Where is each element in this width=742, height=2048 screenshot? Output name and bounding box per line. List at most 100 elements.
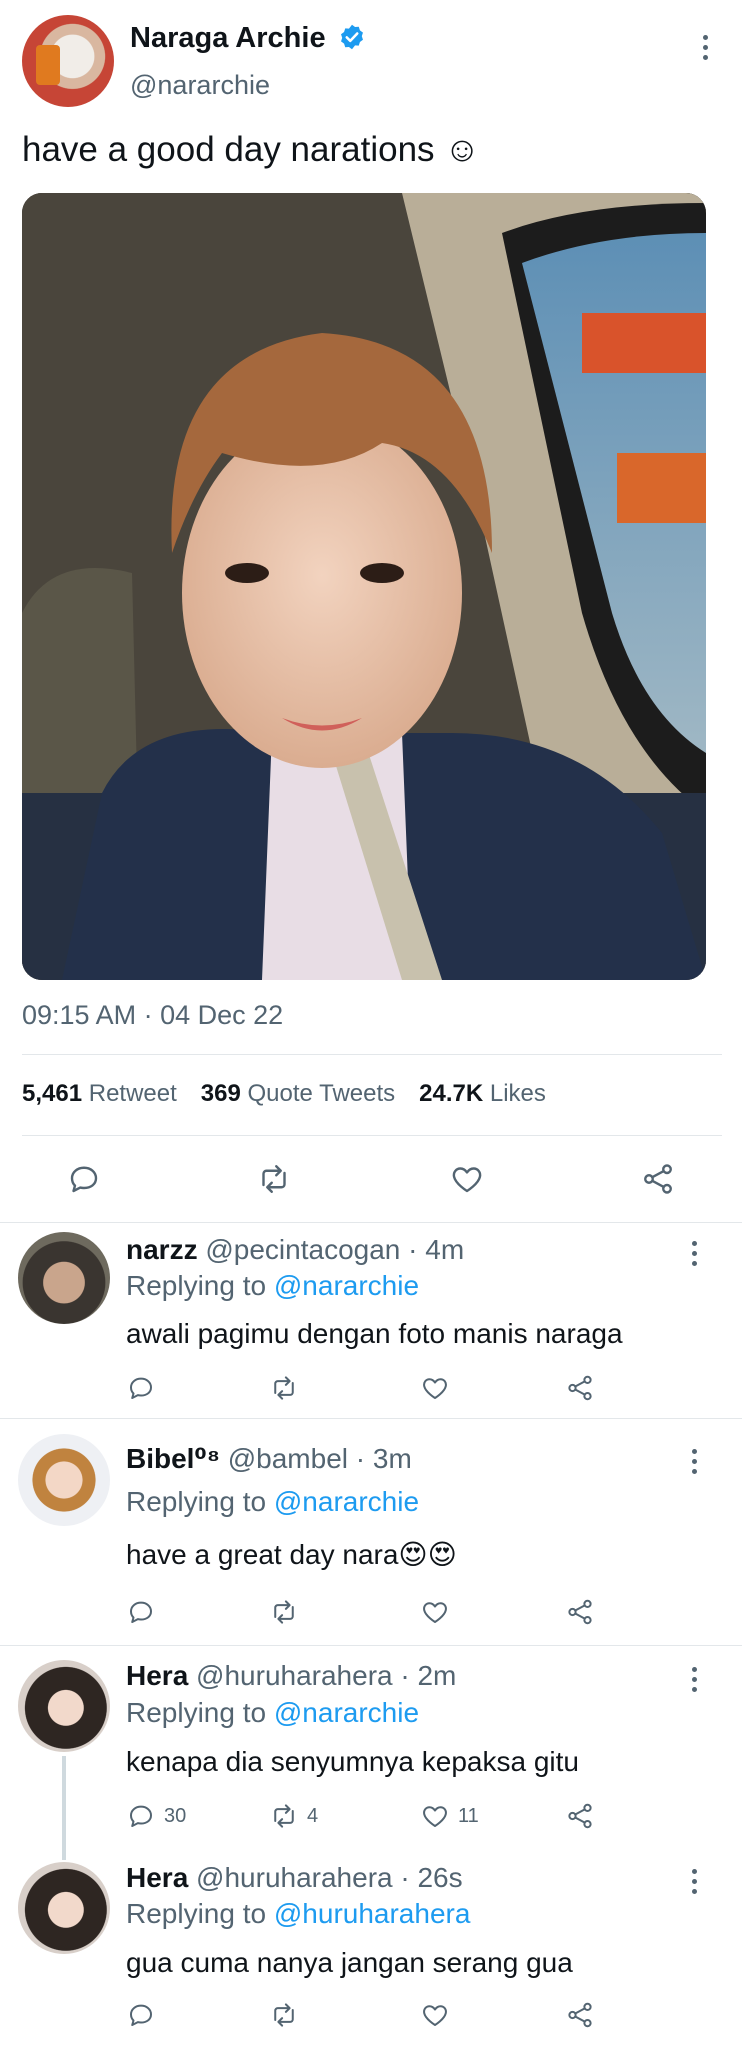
replying-to-label: Replying to bbox=[126, 1697, 267, 1728]
tweet-stats: 5,461 Retweet 369 Quote Tweets 24.7K Lik… bbox=[22, 1080, 546, 1108]
tweet-text: have a good day narations ☺ bbox=[22, 130, 480, 169]
reply-icon bbox=[130, 1601, 152, 1623]
retweet-icon bbox=[274, 1804, 294, 1828]
reply-avatar[interactable] bbox=[18, 1232, 110, 1324]
tweet-photo[interactable] bbox=[22, 193, 706, 980]
retweet-stat[interactable]: 5,461 Retweet bbox=[22, 1080, 177, 1108]
stats-bottom-divider bbox=[22, 1135, 722, 1136]
retweet-icon bbox=[274, 2003, 294, 2027]
main-retweet-button[interactable] bbox=[256, 1161, 292, 1197]
replying-to: Replying to @nararchie bbox=[126, 1486, 419, 1518]
likes-stat[interactable]: 24.7K Likes bbox=[419, 1080, 546, 1108]
reply-text: awali pagimu dengan foto manis naraga bbox=[126, 1318, 623, 1349]
more-options-icon[interactable] bbox=[699, 35, 711, 60]
reply-icon bbox=[130, 1377, 152, 1399]
likes-count: 24.7K bbox=[419, 1080, 484, 1107]
tweet-timestamp[interactable]: 09:15 AM · 04 Dec 22 bbox=[22, 1000, 283, 1031]
main-reply-button[interactable] bbox=[66, 1161, 102, 1197]
reply-author-name[interactable]: Hera bbox=[126, 1660, 188, 1691]
reply-icon bbox=[130, 2004, 152, 2026]
like-count: 11 bbox=[458, 1804, 479, 1827]
quote-tweets-count: 369 bbox=[200, 1080, 241, 1107]
main-like-button[interactable] bbox=[449, 1161, 485, 1197]
retweet-icon bbox=[274, 1600, 294, 1624]
heart-icon bbox=[423, 2005, 447, 2026]
reply-handle-time[interactable]: @huruharahera · 2m bbox=[196, 1660, 456, 1691]
replying-to: Replying to @nararchie bbox=[126, 1270, 419, 1302]
like-button[interactable]: 11 bbox=[420, 1801, 479, 1831]
reply-icon bbox=[130, 1805, 152, 1827]
author-avatar[interactable] bbox=[22, 15, 114, 107]
heart-icon bbox=[423, 1602, 447, 1623]
reply-text: have a great day nara😍😍 bbox=[126, 1539, 457, 1570]
retweet-icon bbox=[262, 1165, 286, 1193]
reply-header: Hera @huruharahera · 26s bbox=[126, 1862, 463, 1894]
retweet-label: Retweet bbox=[88, 1080, 177, 1107]
author-name[interactable]: Naraga Archie bbox=[130, 22, 366, 55]
retweet-count: 4 bbox=[307, 1804, 319, 1827]
reply-divider bbox=[0, 1645, 742, 1646]
reply-handle-time[interactable]: @huruharahera · 26s bbox=[196, 1862, 463, 1893]
share-button[interactable] bbox=[565, 2000, 595, 2030]
replying-to-link[interactable]: @nararchie bbox=[274, 1697, 419, 1728]
heart-icon bbox=[452, 1167, 482, 1193]
share-icon bbox=[644, 1164, 672, 1194]
replying-to: Replying to @nararchie bbox=[126, 1697, 419, 1729]
more-options-icon[interactable] bbox=[688, 1667, 700, 1692]
reply-divider bbox=[0, 1418, 742, 1419]
replying-to-link[interactable]: @nararchie bbox=[274, 1486, 419, 1517]
more-options-icon[interactable] bbox=[688, 1241, 700, 1266]
reply-button[interactable] bbox=[126, 2000, 156, 2030]
reply-author-name[interactable]: Hera bbox=[126, 1862, 188, 1893]
replying-to-link[interactable]: @nararchie bbox=[274, 1270, 419, 1301]
reply-text: gua cuma nanya jangan serang gua bbox=[126, 1947, 573, 1978]
main-tweet-bottom-divider bbox=[0, 1222, 742, 1223]
author-name-text[interactable]: Naraga Archie bbox=[130, 22, 326, 54]
reply-header: Bibel⁰⁸ @bambel · 3m bbox=[126, 1442, 412, 1475]
reply-header: narzz @pecintacogan · 4m bbox=[126, 1234, 464, 1266]
share-button[interactable] bbox=[565, 1801, 595, 1831]
like-button[interactable] bbox=[420, 1373, 450, 1403]
reply-handle-time[interactable]: @pecintacogan · 4m bbox=[205, 1234, 464, 1265]
reply-author-name[interactable]: narzz bbox=[126, 1234, 198, 1265]
reply-button[interactable] bbox=[126, 1597, 156, 1627]
retweet-button[interactable] bbox=[269, 1373, 299, 1403]
main-share-button[interactable] bbox=[640, 1161, 676, 1197]
like-button[interactable] bbox=[420, 2000, 450, 2030]
replying-to-label: Replying to bbox=[126, 1898, 267, 1929]
retweet-icon bbox=[274, 1376, 294, 1400]
author-handle[interactable]: @nararchie bbox=[130, 70, 270, 101]
like-button[interactable] bbox=[420, 1597, 450, 1627]
retweet-button[interactable] bbox=[269, 1597, 299, 1627]
share-icon bbox=[568, 1803, 592, 1829]
reply-handle-time[interactable]: @bambel · 3m bbox=[228, 1443, 412, 1474]
more-options-icon[interactable] bbox=[688, 1449, 700, 1474]
stats-top-divider bbox=[22, 1054, 722, 1055]
verified-badge-icon bbox=[338, 23, 366, 51]
reply-button[interactable] bbox=[126, 1373, 156, 1403]
replying-to-link[interactable]: @huruharahera bbox=[274, 1898, 471, 1929]
replying-to: Replying to @huruharahera bbox=[126, 1898, 470, 1930]
share-icon bbox=[568, 2002, 592, 2028]
reply-button[interactable]: 30 bbox=[126, 1801, 186, 1831]
more-options-icon[interactable] bbox=[688, 1869, 700, 1894]
reply-avatar[interactable] bbox=[18, 1862, 110, 1954]
thread-line bbox=[62, 1756, 66, 1860]
quote-tweets-label: Quote Tweets bbox=[247, 1080, 396, 1107]
quote-tweets-stat[interactable]: 369 Quote Tweets bbox=[201, 1080, 395, 1108]
reply-author-name[interactable]: Bibel⁰⁸ bbox=[126, 1443, 220, 1474]
retweet-button[interactable] bbox=[269, 2000, 299, 2030]
reply-icon bbox=[70, 1166, 98, 1193]
share-icon bbox=[568, 1599, 592, 1625]
share-icon bbox=[568, 1375, 592, 1401]
share-button[interactable] bbox=[565, 1373, 595, 1403]
reply-avatar[interactable] bbox=[18, 1434, 110, 1526]
retweet-count: 5,461 bbox=[22, 1080, 83, 1107]
heart-icon bbox=[423, 1806, 447, 1827]
replying-to-label: Replying to bbox=[126, 1486, 267, 1517]
reply-count: 30 bbox=[164, 1804, 187, 1827]
retweet-button[interactable]: 4 bbox=[269, 1801, 318, 1831]
reply-avatar[interactable] bbox=[18, 1660, 110, 1752]
share-button[interactable] bbox=[565, 1597, 595, 1627]
likes-label: Likes bbox=[489, 1080, 546, 1107]
